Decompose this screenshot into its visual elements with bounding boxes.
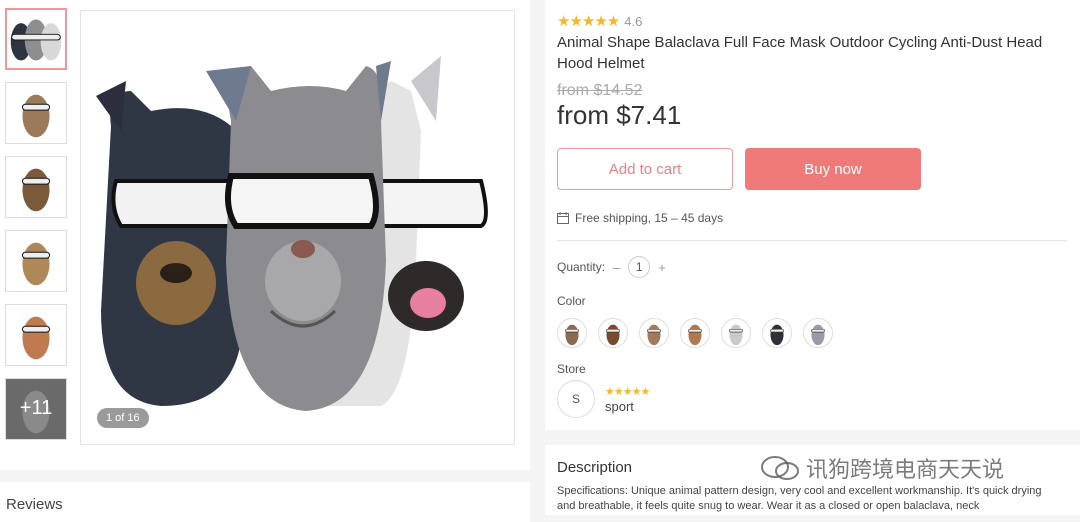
balaclava-swatch-icon [763,319,791,347]
balaclava-group-thumbnail [7,10,65,68]
reviews-section: Reviews [0,482,530,522]
thumbnail-5[interactable] [5,304,67,366]
thumbnail-more[interactable]: +11 [5,378,67,440]
image-gallery: +11 1 of 16 [0,0,530,470]
quantity-decrease-button[interactable]: – [613,260,620,275]
image-pager: 1 of 16 [97,408,149,428]
balaclava-thumbnail [21,168,51,212]
thumbnail-2[interactable] [5,82,67,144]
balaclava-swatch-icon [599,319,627,347]
original-price: from $14.52 [557,82,643,99]
calendar-icon [557,212,569,224]
product-title: Animal Shape Balaclava Full Face Mask Ou… [557,34,1043,72]
thumbnail-4[interactable] [5,230,67,292]
balaclava-swatch-icon [558,319,586,347]
product-info-panel: ★★★★★ 4.6 Animal Shape Balaclava Full Fa… [545,0,1080,430]
balaclava-thumbnail [21,316,51,360]
balaclava-swatch-icon [722,319,750,347]
store-rating-stars: ★★★★★ [605,386,650,398]
balaclava-thumbnail [21,94,51,138]
color-swatch-4[interactable] [680,318,710,348]
color-swatch-2[interactable] [598,318,628,348]
store-label: Store [557,362,586,376]
store-name-link[interactable]: sport [605,399,634,414]
balaclava-swatch-icon [681,319,709,347]
balaclava-swatch-icon [804,319,832,347]
rating-row: ★★★★★ 4.6 [557,12,642,30]
balaclava-masks-photo [81,11,514,444]
quantity-value[interactable]: 1 [628,256,651,278]
shipping-info: Free shipping, 15 – 45 days [557,211,723,225]
reviews-title: Reviews [6,496,63,513]
watermark: 讯狗跨境电商天天说 [760,452,1004,484]
watermark-text: 讯狗跨境电商天天说 [806,458,1005,483]
color-swatch-6[interactable] [762,318,792,348]
color-swatch-1[interactable] [557,318,587,348]
quantity-row: Quantity: – 1 + [557,256,674,278]
star-rating-icon: ★★★★★ [557,13,620,30]
more-images-count: +11 [19,397,53,419]
rating-value: 4.6 [624,13,643,29]
color-label: Color [557,294,586,308]
color-swatch-7[interactable] [803,318,833,348]
thumbnail-3[interactable] [5,156,67,218]
divider [557,240,1067,241]
buy-now-button[interactable]: Buy now [745,148,921,190]
main-product-image[interactable]: 1 of 16 [80,10,515,445]
sale-price: from $7.41 [557,100,682,130]
color-swatch-5[interactable] [721,318,751,348]
description-text: Specifications: Unique animal pattern de… [557,485,1042,512]
balaclava-thumbnail [21,242,51,286]
wechat-icon [761,456,799,480]
description-title: Description [557,459,633,476]
quantity-increase-button[interactable]: + [658,260,666,275]
shipping-text: Free shipping, 15 – 45 days [575,211,724,225]
store-avatar[interactable]: S [557,380,595,418]
quantity-label: Quantity: [557,260,606,274]
thumbnail-1[interactable] [5,8,67,70]
add-to-cart-button[interactable]: Add to cart [557,148,733,190]
color-swatch-3[interactable] [639,318,669,348]
balaclava-swatch-icon [640,319,668,347]
